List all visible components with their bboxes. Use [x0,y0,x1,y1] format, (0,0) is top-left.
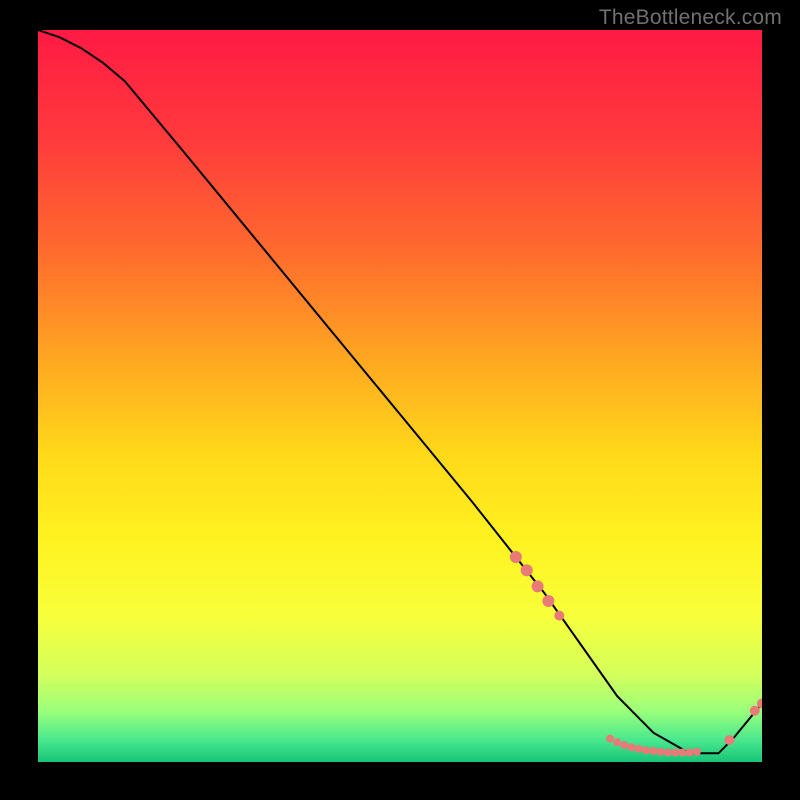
marker-point [724,735,734,745]
marker-point [664,748,672,756]
marker-point [606,735,614,743]
chart-background [38,30,762,762]
marker-point [678,748,686,756]
marker-point [671,748,679,756]
plot-area [38,30,762,762]
marker-point [642,746,650,754]
marker-point [657,748,665,756]
marker-point [620,741,628,749]
watermark-text: TheBottleneck.com [599,6,782,30]
marker-point [554,611,564,621]
chart-svg [38,30,762,762]
marker-point [510,551,522,563]
marker-point [542,595,554,607]
marker-point [613,738,621,746]
marker-point [686,748,694,756]
marker-point [649,747,657,755]
marker-point [521,564,533,576]
marker-point [750,706,760,716]
marker-point [532,580,544,592]
marker-point [693,748,701,756]
chart-container: TheBottleneck.com [0,0,800,800]
marker-point [635,745,643,753]
marker-point [628,743,636,751]
